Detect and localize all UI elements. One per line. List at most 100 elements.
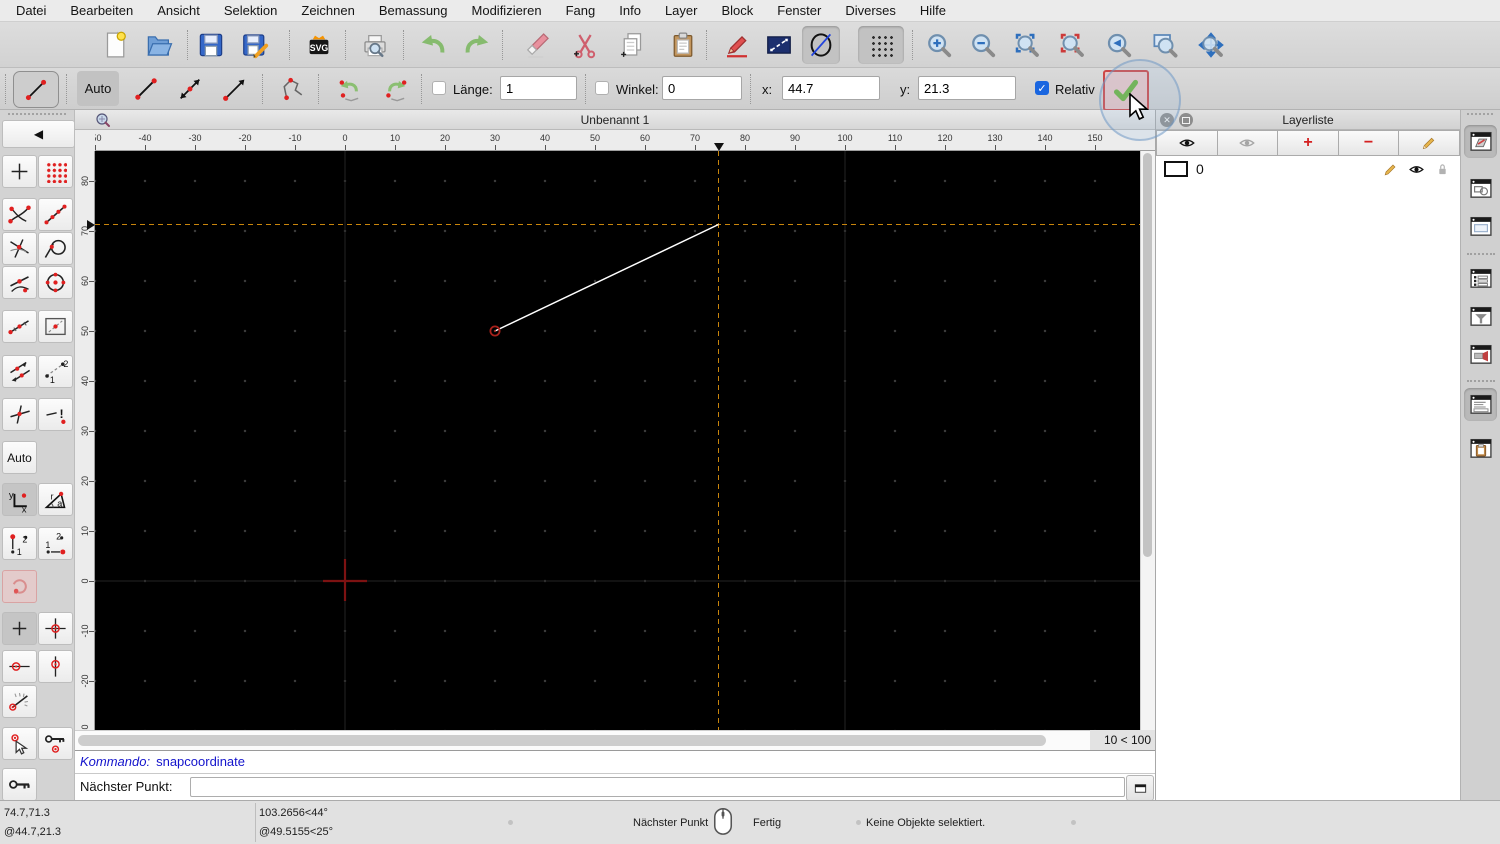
restrict-nothing-button[interactable]: ! [38,398,73,431]
coordinates-cartesian-button[interactable]: yx [2,483,37,516]
snap-on-entity-button[interactable] [38,198,73,231]
sidebar-handle[interactable] [8,113,66,118]
redo-button[interactable] [458,26,496,64]
x-input[interactable] [782,76,880,100]
copy-button[interactable] [614,26,652,64]
paste-button[interactable] [664,26,702,64]
y-input[interactable] [918,76,1016,100]
zoom-auto-button[interactable] [1008,26,1046,64]
auto-line-mode-button[interactable]: Auto [77,71,119,106]
menu-fenster[interactable]: Fenster [765,3,833,18]
toolbar-handle[interactable] [5,74,6,104]
dock-command-line-button[interactable] [1464,388,1497,421]
hide-all-layers-button[interactable] [1217,130,1279,156]
line-both-directions-button[interactable] [169,71,211,106]
restrict-orthogonal-button[interactable] [2,398,37,431]
new-file-button[interactable] [96,26,134,64]
snap-auto-button[interactable]: Auto [2,441,37,474]
lock-relative-zero-x-button[interactable] [2,650,37,683]
snap-middle-button[interactable] [2,266,37,299]
restrict-parallel-button[interactable] [2,355,37,388]
laenge-input[interactable] [500,76,577,100]
edit-layer-button[interactable] [1399,130,1460,156]
menu-fang[interactable]: Fang [554,3,608,18]
lock-relative-zero-y-button[interactable] [38,650,73,683]
menu-layer[interactable]: Layer [653,3,710,18]
relative-zero-button[interactable] [2,612,37,645]
menu-bemassung[interactable]: Bemassung [367,3,460,18]
snap-intersection-button[interactable] [2,232,37,265]
undo-point-button[interactable] [329,71,371,106]
zoom-in-button[interactable] [920,26,958,64]
dock-block-list-button[interactable] [1464,172,1497,205]
dock-layer-list-button[interactable] [1464,125,1497,158]
active-tool-line-indicator[interactable] [13,71,59,108]
lock-snap-button[interactable] [38,727,73,760]
snap-selected-button[interactable] [2,727,37,760]
dock-library-browser-button[interactable] [1464,210,1497,243]
menu-zeichnen[interactable]: Zeichnen [289,3,366,18]
undo-button[interactable] [414,26,452,64]
dock-clipboard-button[interactable] [1464,432,1497,465]
line-two-points-button[interactable] [125,71,167,106]
line-attributes-button[interactable] [760,26,798,64]
drawing-canvas[interactable] [95,151,1140,730]
menu-selektion[interactable]: Selektion [212,3,289,18]
sidebar-collapse-button[interactable]: ◀ [2,120,75,148]
coordinates-polar-button[interactable]: ra [38,483,73,516]
zoom-previous-button[interactable] [1053,26,1091,64]
layer-visibility-eye-icon[interactable] [1408,161,1425,178]
snap-distance-button[interactable] [2,310,37,343]
export-svg-button[interactable]: SVG [300,26,338,64]
laenge-checkbox[interactable] [432,81,446,95]
show-all-layers-button[interactable] [1156,130,1218,156]
menu-block[interactable]: Block [709,3,765,18]
polyline-close-button[interactable] [272,71,314,106]
corner-point-1-2-button[interactable]: 12 [2,527,37,560]
zoom-out-button[interactable] [964,26,1002,64]
dock-filter-button[interactable] [1464,300,1497,333]
layer-edit-pencil-icon[interactable] [1382,161,1399,178]
open-file-button[interactable] [140,26,178,64]
menu-diverses[interactable]: Diverses [833,3,908,18]
vertical-scrollbar[interactable] [1140,151,1155,730]
dock-named-views-button[interactable] [1464,338,1497,371]
snap-loop-button[interactable] [2,570,37,603]
add-layer-button[interactable]: + [1278,130,1339,156]
snap-center-button[interactable] [38,266,73,299]
command-input[interactable] [190,777,1125,797]
menu-datei[interactable]: Datei [4,3,58,18]
angle-gauge-button[interactable] [2,685,37,718]
menu-bearbeiten[interactable]: Bearbeiten [58,3,145,18]
save-as-button[interactable] [236,26,274,64]
grid-toggle-button[interactable] [858,26,904,64]
dock-command-history-button[interactable] [1464,262,1497,295]
zoom-pan-button[interactable] [1192,26,1230,64]
winkel-checkbox[interactable] [595,81,609,95]
zoom-back-button[interactable] [1100,26,1138,64]
redo-point-button[interactable] [375,71,417,106]
snap-tangent-button[interactable] [38,232,73,265]
menu-modifizieren[interactable]: Modifizieren [460,3,554,18]
construction-mode-button[interactable] [802,26,840,64]
layer-lock-icon[interactable] [1434,161,1451,178]
dock-handle[interactable] [1467,113,1493,118]
layer-color-swatch[interactable] [1164,161,1188,177]
set-relative-zero-button[interactable] [38,612,73,645]
menu-hilfe[interactable]: Hilfe [908,3,958,18]
command-dock-button[interactable] [1126,775,1154,801]
snap-grid-button[interactable] [38,155,73,188]
attributes-pen-button[interactable] [718,26,756,64]
menu-ansicht[interactable]: Ansicht [145,3,212,18]
drawing-title-bar[interactable]: Unbenannt 1 [75,110,1155,130]
vertical-scrollbar-thumb[interactable] [1143,153,1152,557]
panel-undock-icon[interactable] [1179,113,1193,127]
drawn-line[interactable] [494,223,719,332]
relativ-checkbox[interactable]: ✓ [1035,81,1049,95]
lock-all-button[interactable] [2,768,37,801]
snap-priority-button[interactable]: 12 [38,355,73,388]
snap-free-button[interactable] [2,155,37,188]
cut-button[interactable] [566,26,604,64]
zoom-window-button[interactable] [1146,26,1184,64]
winkel-input[interactable] [662,76,742,100]
